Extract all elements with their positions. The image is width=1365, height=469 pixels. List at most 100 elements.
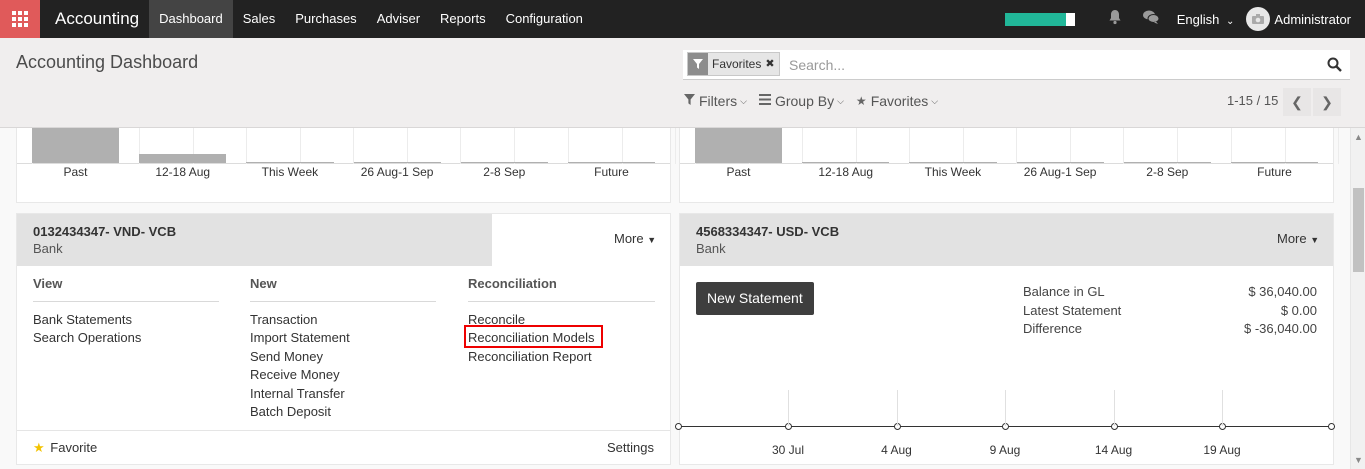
gridline bbox=[1123, 128, 1125, 164]
link-batch-deposit[interactable]: Batch Deposit bbox=[250, 404, 331, 419]
menu-reports[interactable]: Reports bbox=[430, 0, 496, 38]
x-tick-label: 14 Aug bbox=[1094, 443, 1133, 457]
chevron-down-icon: ⌵ bbox=[931, 95, 939, 106]
chart-bar[interactable] bbox=[353, 162, 441, 163]
search-input[interactable]: Search... bbox=[789, 57, 845, 73]
journal-graph-right[interactable]: Past 12-18 Aug This Week 26 Aug-1 Sep 2-8 Se… bbox=[679, 128, 1339, 203]
gridline bbox=[1113, 390, 1115, 426]
chart-bar[interactable] bbox=[1123, 162, 1211, 163]
new-statement-button[interactable]: New Statement bbox=[696, 282, 814, 315]
user-menu[interactable]: Administrator bbox=[1246, 7, 1365, 31]
star-icon: ★ bbox=[33, 440, 45, 455]
latest-statement-value: $ 0.00 bbox=[1280, 303, 1317, 318]
more-label: More bbox=[614, 231, 644, 246]
difference-label: Difference bbox=[1023, 321, 1083, 336]
filter-icon bbox=[688, 53, 708, 75]
link-internal-transfer[interactable]: Internal Transfer bbox=[250, 386, 345, 401]
bar-label: This Week bbox=[924, 165, 982, 179]
search-box[interactable]: Favorites ✖ Search... bbox=[683, 50, 1350, 80]
menu-sales[interactable]: Sales bbox=[233, 0, 286, 38]
chart-bar[interactable] bbox=[139, 153, 227, 163]
gridline bbox=[1177, 128, 1179, 164]
gridline bbox=[1230, 128, 1232, 164]
line-point[interactable] bbox=[675, 423, 682, 430]
link-bank-statements[interactable]: Bank Statements bbox=[33, 312, 132, 327]
bar-label: 26 Aug-1 Sep bbox=[360, 165, 434, 179]
journal-header[interactable]: 0132434347- VND- VCB Bank bbox=[17, 214, 492, 266]
bar-chart-right bbox=[680, 128, 1339, 164]
journal-name[interactable]: 0132434347- VND- VCB bbox=[33, 224, 176, 239]
chart-bar[interactable] bbox=[460, 162, 548, 163]
favorite-toggle[interactable]: ★ Favorite bbox=[33, 440, 97, 456]
link-send-money[interactable]: Send Money bbox=[250, 349, 323, 364]
gridline bbox=[353, 128, 355, 164]
journal-graph-left[interactable]: Past 12-18 Aug This Week 26 Aug-1 Sep 2-8 Se… bbox=[16, 128, 676, 203]
chart-bar[interactable] bbox=[802, 162, 890, 163]
chart-bar[interactable] bbox=[909, 162, 997, 163]
link-import-statement[interactable]: Import Statement bbox=[250, 330, 350, 345]
favorites-dropdown[interactable]: ★ Favorites ⌵ bbox=[856, 93, 938, 109]
scroll-down-icon[interactable]: ▼ bbox=[1354, 455, 1363, 465]
star-icon: ★ bbox=[855, 94, 867, 108]
user-name: Administrator bbox=[1274, 11, 1351, 27]
pager-value: 1-15 / 15 bbox=[1227, 93, 1279, 108]
menu-dashboard[interactable]: Dashboard bbox=[149, 0, 233, 38]
chart-bar[interactable] bbox=[1016, 162, 1104, 163]
close-icon[interactable]: ✖ bbox=[765, 53, 778, 75]
settings-link[interactable]: Settings bbox=[607, 440, 654, 455]
scroll-thumb[interactable] bbox=[1353, 188, 1364, 272]
apps-menu-button[interactable] bbox=[0, 0, 40, 38]
pager-previous-button[interactable]: ❮ bbox=[1283, 88, 1311, 116]
chevron-right-icon: ❯ bbox=[1321, 93, 1333, 110]
app-brand[interactable]: Accounting bbox=[40, 0, 149, 38]
new-column-title: New bbox=[250, 276, 277, 291]
gridline bbox=[788, 390, 789, 426]
link-search-operations[interactable]: Search Operations bbox=[33, 330, 141, 345]
chart-bar[interactable] bbox=[695, 128, 783, 163]
bar-label: 12-18 Aug bbox=[818, 165, 874, 179]
chart-bar[interactable] bbox=[246, 162, 334, 163]
bar-label: Future bbox=[1257, 165, 1292, 179]
journal-header[interactable]: 4568334347- USD- VCB Bank bbox=[680, 214, 1333, 266]
gridline bbox=[407, 128, 409, 164]
line-point[interactable] bbox=[1328, 423, 1335, 430]
bell-icon[interactable] bbox=[1097, 9, 1133, 30]
dashboard-content: Past 12-18 Aug This Week 26 Aug-1 Sep 2-8 Se… bbox=[0, 128, 1350, 469]
bar-label: 12-18 Aug bbox=[155, 165, 211, 179]
filter-icon bbox=[684, 94, 695, 108]
more-dropdown[interactable]: More ▼ bbox=[1277, 231, 1319, 246]
pager-next-button[interactable]: ❯ bbox=[1313, 88, 1341, 116]
bar-label: Past bbox=[63, 165, 88, 179]
bar-label: Future bbox=[594, 165, 629, 179]
filters-dropdown[interactable]: Filters ⌵ bbox=[684, 93, 747, 109]
chart-bar[interactable] bbox=[568, 162, 656, 163]
chart-bar[interactable] bbox=[32, 128, 120, 163]
bar-label: 2-8 Sep bbox=[1146, 165, 1189, 179]
favorites-label: Favorites bbox=[870, 93, 929, 109]
gridline bbox=[1005, 390, 1006, 426]
vertical-scrollbar[interactable]: ▲ ▼ bbox=[1350, 128, 1365, 469]
language-selector[interactable]: English ⌄ bbox=[1169, 12, 1247, 27]
menu-configuration[interactable]: Configuration bbox=[496, 0, 593, 38]
menu-purchases[interactable]: Purchases bbox=[285, 0, 366, 38]
chart-bar[interactable] bbox=[1231, 162, 1319, 163]
chat-icon[interactable] bbox=[1133, 9, 1169, 30]
group-by-dropdown[interactable]: Group By ⌵ bbox=[758, 93, 844, 109]
scroll-up-icon[interactable]: ▲ bbox=[1354, 132, 1363, 142]
filters-label: Filters bbox=[699, 93, 738, 109]
highlight-box bbox=[464, 325, 603, 348]
x-tick-label: 9 Aug bbox=[989, 443, 1021, 457]
journal-name[interactable]: 4568334347- USD- VCB bbox=[696, 224, 839, 239]
gridline bbox=[621, 128, 623, 164]
more-dropdown[interactable]: More ▼ bbox=[614, 231, 656, 246]
link-reconciliation-report[interactable]: Reconciliation Report bbox=[468, 349, 592, 364]
gridline bbox=[896, 390, 898, 426]
bar-label: Past bbox=[726, 165, 751, 179]
menu-adviser[interactable]: Adviser bbox=[367, 0, 430, 38]
gridline bbox=[1284, 128, 1286, 164]
journal-card-vnd: 0132434347- VND- VCB Bank More ▼ View Ba… bbox=[16, 213, 671, 465]
caret-down-icon: ▼ bbox=[647, 235, 657, 245]
link-receive-money[interactable]: Receive Money bbox=[250, 367, 340, 382]
search-icon[interactable] bbox=[1327, 57, 1342, 75]
link-transaction[interactable]: Transaction bbox=[250, 312, 317, 327]
